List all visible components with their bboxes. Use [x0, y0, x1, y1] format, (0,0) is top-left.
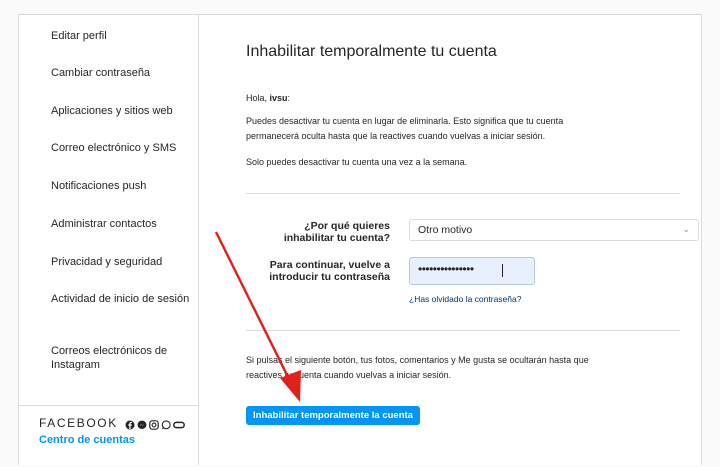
- settings-panel: Editar perfil Cambiar contraseña Aplicac…: [18, 14, 702, 465]
- forgot-password-link[interactable]: ¿Has olvidado la contraseña?: [409, 294, 521, 304]
- settings-sidebar: Editar perfil Cambiar contraseña Aplicac…: [19, 15, 199, 465]
- sidebar-item-push-notifications[interactable]: Notificaciones push: [51, 179, 196, 193]
- password-input[interactable]: •••••••••••••••: [409, 257, 535, 285]
- whatsapp-icon: [161, 417, 171, 430]
- disable-account-button[interactable]: Inhabilitar temporalmente la cuenta: [246, 406, 420, 425]
- warning-paragraph: Si pulsas el siguiente botón, tus fotos,…: [246, 353, 589, 383]
- reason-label-line-1: ¿Por qué quieres: [304, 220, 390, 232]
- sidebar-item-privacy-security[interactable]: Privacidad y seguridad: [51, 255, 196, 269]
- greeting-prefix: Hola,: [246, 93, 270, 103]
- warning-line-2: reactives tu cuenta cuando vuelvas a ini…: [246, 370, 452, 380]
- instagram-icon: [149, 417, 159, 430]
- accounts-center-link[interactable]: Centro de cuentas: [39, 434, 135, 446]
- warning-line-1: Si pulsas el siguiente botón, tus fotos,…: [246, 355, 589, 365]
- sidebar-item-edit-profile[interactable]: Editar perfil: [51, 29, 196, 43]
- sidebar-item-email-sms[interactable]: Correo electrónico y SMS: [51, 141, 196, 155]
- password-label: Para continuar, vuelve a introducir tu c…: [220, 259, 390, 283]
- facebook-wordmark: FACEBOOK: [39, 416, 118, 430]
- facebook-accounts-block: FACEBOOK Centro de cuentas: [19, 405, 198, 467]
- reason-select-value: Otro motivo: [418, 224, 473, 236]
- reason-label-line-2: inhabilitar tu cuenta?: [283, 232, 390, 244]
- weekly-limit-note: Solo puedes desactivar tu cuenta una vez…: [246, 157, 468, 167]
- sidebar-item-change-password[interactable]: Cambiar contraseña: [51, 66, 196, 80]
- page-title: Inhabilitar temporalmente tu cuenta: [246, 43, 497, 60]
- sidebar-item-login-activity[interactable]: Actividad de inicio de sesión: [51, 292, 196, 306]
- chevron-down-icon: ⌄: [682, 224, 690, 234]
- messenger-icon: [137, 417, 147, 429]
- reason-label: ¿Por qué quieres inhabilitar tu cuenta?: [220, 220, 390, 244]
- oculus-icon: [173, 417, 185, 429]
- disable-account-form: Inhabilitar temporalmente tu cuenta Hola…: [199, 15, 701, 465]
- username: ivsu: [269, 93, 288, 103]
- reason-select[interactable]: Otro motivo ⌄: [409, 219, 699, 241]
- intro-line-1: Puedes desactivar tu cuenta en lugar de …: [246, 116, 564, 126]
- greeting-suffix: :: [287, 93, 291, 103]
- intro-line-2: permanecerá oculta hasta que la reactive…: [246, 131, 546, 141]
- divider: [246, 330, 680, 331]
- facebook-icon: [125, 417, 135, 430]
- greeting: Hola, ivsu:: [246, 91, 290, 106]
- intro-paragraph: Puedes desactivar tu cuenta en lugar de …: [246, 114, 563, 144]
- text-caret: [502, 264, 503, 277]
- password-label-line-1: Para continuar, vuelve a: [269, 259, 390, 271]
- sidebar-item-apps-websites[interactable]: Aplicaciones y sitios web: [51, 104, 196, 118]
- password-label-line-2: introducir tu contraseña: [269, 271, 390, 283]
- facebook-family-icons: [125, 417, 185, 430]
- sidebar-item-instagram-emails[interactable]: Correos electrónicos de Instagram: [51, 344, 196, 372]
- sidebar-item-manage-contacts[interactable]: Administrar contactos: [51, 217, 196, 231]
- divider: [246, 193, 680, 194]
